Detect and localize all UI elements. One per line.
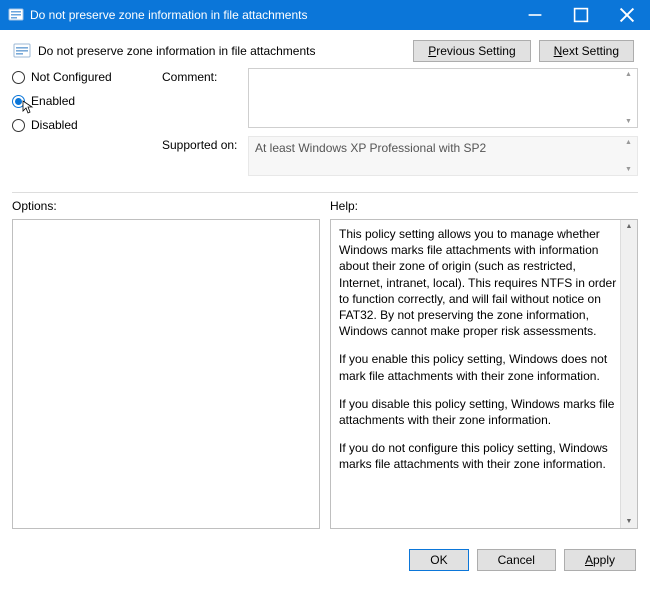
scroll-up-icon: ▲ bbox=[625, 139, 632, 146]
supported-on-label: Supported on: bbox=[162, 136, 248, 176]
cancel-button[interactable]: Cancel bbox=[477, 549, 556, 571]
help-scrollbar[interactable]: ▲ ▼ bbox=[620, 220, 637, 528]
policy-header-icon bbox=[12, 41, 32, 61]
divider bbox=[12, 192, 638, 193]
help-text-p4: If you do not configure this policy sett… bbox=[339, 440, 617, 472]
comment-scrollbar[interactable]: ▲ ▼ bbox=[620, 69, 637, 127]
scroll-up-icon: ▲ bbox=[625, 71, 632, 78]
comment-textarea[interactable]: ▲ ▼ bbox=[248, 68, 638, 128]
apply-button[interactable]: Apply bbox=[564, 549, 636, 571]
policy-icon bbox=[8, 7, 24, 23]
radio-not-configured[interactable]: Not Configured bbox=[12, 70, 162, 84]
ok-button[interactable]: OK bbox=[409, 549, 468, 571]
comment-label: Comment: bbox=[162, 68, 248, 128]
radio-enabled[interactable]: Enabled bbox=[12, 94, 162, 108]
page-title: Do not preserve zone information in file… bbox=[38, 44, 413, 58]
scroll-down-icon: ▼ bbox=[626, 515, 633, 528]
scroll-down-icon: ▼ bbox=[625, 166, 632, 173]
options-label: Options: bbox=[12, 199, 320, 213]
supported-scrollbar: ▲ ▼ bbox=[620, 137, 637, 175]
next-setting-button[interactable]: Next Setting bbox=[539, 40, 634, 62]
previous-setting-button[interactable]: Previous Setting bbox=[413, 40, 530, 62]
close-button[interactable] bbox=[604, 0, 650, 30]
help-label: Help: bbox=[330, 199, 638, 213]
help-text-p3: If you disable this policy setting, Wind… bbox=[339, 396, 617, 428]
radio-label: Disabled bbox=[31, 118, 78, 132]
dialog-footer: OK Cancel Apply bbox=[0, 539, 650, 581]
radio-label: Enabled bbox=[31, 94, 75, 108]
radio-label: Not Configured bbox=[31, 70, 112, 84]
options-panel bbox=[12, 219, 320, 529]
help-text-p1: This policy setting allows you to manage… bbox=[339, 226, 617, 339]
minimize-button[interactable] bbox=[512, 0, 558, 30]
help-panel: This policy setting allows you to manage… bbox=[330, 219, 638, 529]
supported-on-value: At least Windows XP Professional with SP… bbox=[248, 136, 638, 176]
radio-disabled[interactable]: Disabled bbox=[12, 118, 162, 132]
scroll-up-icon: ▲ bbox=[626, 220, 633, 233]
help-text-p2: If you enable this policy setting, Windo… bbox=[339, 351, 617, 383]
window-title: Do not preserve zone information in file… bbox=[30, 8, 512, 22]
scroll-down-icon: ▼ bbox=[625, 118, 632, 125]
titlebar: Do not preserve zone information in file… bbox=[0, 0, 650, 30]
maximize-button[interactable] bbox=[558, 0, 604, 30]
